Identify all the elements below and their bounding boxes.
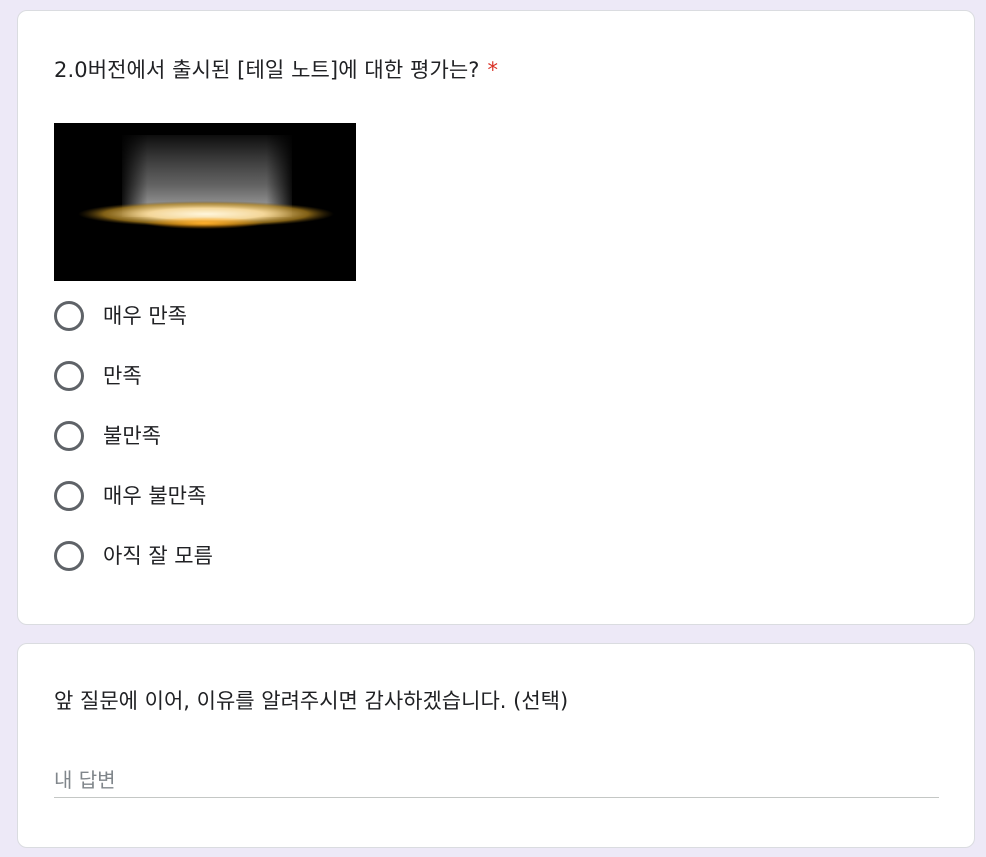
- option-dissatisfied[interactable]: 불만족: [54, 421, 213, 481]
- required-asterisk: *: [487, 58, 499, 82]
- radio-button[interactable]: [54, 301, 84, 331]
- option-label: 만족: [103, 364, 142, 388]
- tail-note-image: [54, 123, 356, 281]
- option-label: 불만족: [103, 424, 161, 448]
- radio-button[interactable]: [54, 361, 84, 391]
- question-title: 앞 질문에 이어, 이유를 알려주시면 감사하겠습니다. (선택): [54, 689, 569, 713]
- question-card-reason: 앞 질문에 이어, 이유를 알려주시면 감사하겠습니다. (선택): [17, 643, 975, 848]
- option-satisfied[interactable]: 만족: [54, 361, 213, 421]
- option-label: 아직 잘 모름: [103, 544, 213, 568]
- glowing-light-image: [54, 123, 356, 281]
- option-label: 매우 불만족: [103, 484, 207, 508]
- option-not-sure[interactable]: 아직 잘 모름: [54, 541, 213, 601]
- question-title: 2.0버전에서 출시된 [테일 노트]에 대한 평가는? *: [54, 54, 498, 84]
- option-very-dissatisfied[interactable]: 매우 불만족: [54, 481, 213, 541]
- radio-button[interactable]: [54, 421, 84, 451]
- answer-input[interactable]: [54, 762, 939, 798]
- radio-button[interactable]: [54, 481, 84, 511]
- question-card-rating: 2.0버전에서 출시된 [테일 노트]에 대한 평가는? * 매우 만족 만족 …: [17, 10, 975, 625]
- option-very-satisfied[interactable]: 매우 만족: [54, 301, 213, 361]
- option-label: 매우 만족: [103, 304, 187, 328]
- radio-button[interactable]: [54, 541, 84, 571]
- rating-options: 매우 만족 만족 불만족 매우 불만족 아직 잘 모름: [54, 301, 213, 601]
- question-title-text: 2.0버전에서 출시된 [테일 노트]에 대한 평가는?: [54, 58, 480, 82]
